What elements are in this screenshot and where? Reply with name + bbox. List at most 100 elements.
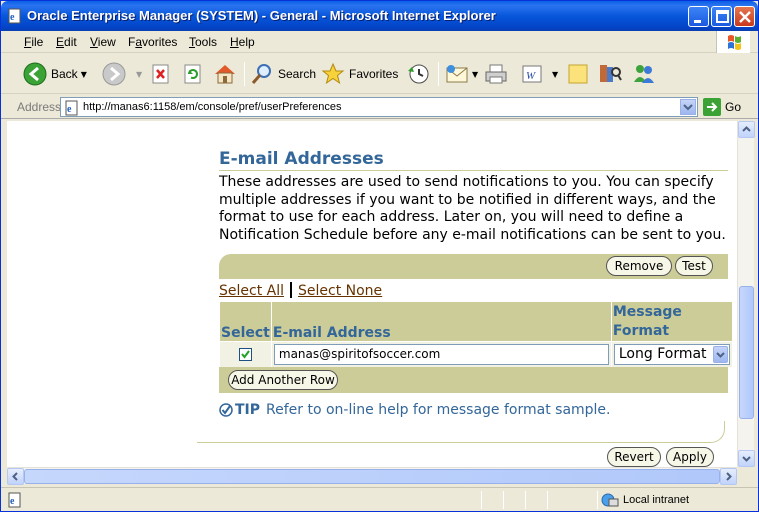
messenger-button[interactable] xyxy=(631,61,657,87)
format-cell: Long Format xyxy=(610,341,733,368)
status-divider xyxy=(503,491,504,509)
refresh-button[interactable] xyxy=(183,61,203,87)
select-none-link[interactable]: Select None xyxy=(298,283,382,299)
email-cell: manas@spiritofsoccer.com xyxy=(270,341,612,368)
discuss-button[interactable] xyxy=(567,61,589,87)
star-icon xyxy=(321,62,345,85)
scroll-down-button[interactable] xyxy=(738,450,755,467)
status-divider xyxy=(597,491,598,509)
forward-button[interactable]: ▼ xyxy=(102,61,142,87)
home-button[interactable] xyxy=(213,61,237,87)
research-icon xyxy=(600,65,622,82)
chevron-up-icon xyxy=(742,126,751,132)
chevron-down-icon xyxy=(716,352,725,358)
mail-button[interactable]: ▼ xyxy=(445,61,478,87)
selection-links: Select All Select None xyxy=(219,282,382,299)
link-separator xyxy=(290,282,292,298)
add-another-row-button[interactable]: Add Another Row xyxy=(228,370,338,390)
stop-button[interactable] xyxy=(151,61,171,87)
row-select-checkbox[interactable] xyxy=(238,348,252,361)
minimize-icon xyxy=(694,20,701,23)
close-icon xyxy=(739,11,751,23)
forward-dropdown-icon[interactable]: ▼ xyxy=(136,70,142,79)
column-header-select: Select xyxy=(219,301,272,342)
go-arrow-icon xyxy=(703,98,721,116)
refresh-icon xyxy=(184,64,201,84)
history-icon xyxy=(408,64,429,84)
tip-text: Refer to on-line help for message format… xyxy=(266,402,611,418)
svg-text:e: e xyxy=(67,104,72,115)
test-button[interactable]: Test xyxy=(675,256,713,276)
email-address-input[interactable]: manas@spiritofsoccer.com xyxy=(273,344,609,365)
chevron-down-icon xyxy=(742,456,751,462)
favorites-label: Favorites xyxy=(349,67,399,81)
status-bar: e Local intranet xyxy=(1,487,758,511)
menu-file[interactable]: File xyxy=(24,35,43,49)
svg-text:e: e xyxy=(10,12,15,23)
minimize-button[interactable] xyxy=(688,6,709,27)
column-header-email: E-mail Address xyxy=(270,301,612,342)
stop-icon xyxy=(152,64,169,84)
address-url[interactable]: http://manas6:1158/em/console/pref/userP… xyxy=(83,101,341,113)
mail-dropdown-icon[interactable]: ▼ xyxy=(472,70,478,79)
mail-icon xyxy=(446,65,468,83)
address-dropdown-button[interactable] xyxy=(680,99,696,115)
search-button[interactable]: Search xyxy=(250,61,316,87)
message-format-select[interactable]: Long Format xyxy=(613,344,730,365)
home-icon xyxy=(215,65,235,84)
scroll-left-button[interactable] xyxy=(7,468,24,485)
title-bar[interactable]: e Oracle Enterprise Manager (SYSTEM) - G… xyxy=(1,1,758,31)
horizontal-scroll-thumb[interactable] xyxy=(24,469,720,484)
status-divider xyxy=(481,491,482,509)
select-all-link[interactable]: Select All xyxy=(219,283,284,299)
menu-view[interactable]: View xyxy=(90,35,116,49)
svg-text:W: W xyxy=(526,70,536,82)
menu-help[interactable]: Help xyxy=(230,35,255,49)
select-cell xyxy=(219,341,272,368)
address-field[interactable]: e http://manas6:1158/em/console/pref/use… xyxy=(60,97,698,117)
scroll-right-button[interactable] xyxy=(720,468,737,485)
maximize-button[interactable] xyxy=(711,6,732,27)
edit-dropdown-icon[interactable]: ▼ xyxy=(552,70,558,79)
table-row: manas@spiritofsoccer.com Long Format xyxy=(219,341,733,368)
edit-button[interactable]: W ▼ xyxy=(520,61,558,87)
chevron-right-icon xyxy=(726,472,732,481)
format-dropdown-button[interactable] xyxy=(712,346,728,363)
back-label: Back xyxy=(51,67,78,81)
print-button[interactable] xyxy=(484,61,508,87)
vertical-scroll-thumb[interactable] xyxy=(739,286,754,419)
vertical-scrollbar[interactable] xyxy=(737,121,755,467)
section-title: E-mail Addresses xyxy=(219,149,384,169)
back-button[interactable]: Back ▼ xyxy=(23,61,87,87)
apply-button[interactable]: Apply xyxy=(666,447,714,467)
scroll-up-button[interactable] xyxy=(738,121,755,138)
windows-logo-icon xyxy=(716,31,750,53)
page-icon: e xyxy=(65,100,78,116)
email-table: Select E-mail Address Message Format man… xyxy=(219,301,733,368)
footer-divider xyxy=(197,421,725,443)
history-button[interactable] xyxy=(406,61,430,87)
tip-label: TIP xyxy=(235,402,261,418)
add-row-bar: Add Another Row xyxy=(219,367,728,393)
revert-button[interactable]: Revert xyxy=(607,447,661,467)
status-divider xyxy=(525,491,526,509)
page-status-icon: e xyxy=(8,492,21,508)
window-title: Oracle Enterprise Manager (SYSTEM) - Gen… xyxy=(27,8,496,23)
remove-button[interactable]: Remove xyxy=(606,256,672,276)
tip-row: TIP Refer to on-line help for message fo… xyxy=(219,402,611,418)
address-bar: Address e http://manas6:1158/em/console/… xyxy=(1,95,758,119)
horizontal-scrollbar[interactable] xyxy=(7,467,737,485)
menu-favorites[interactable]: Favorites xyxy=(128,35,177,49)
favorites-button[interactable]: Favorites xyxy=(321,61,398,87)
menu-edit[interactable]: Edit xyxy=(56,35,77,49)
toolbar: Back ▼ ▼ Search Favorites ▼ W ▼ xyxy=(1,54,758,94)
back-dropdown-icon[interactable]: ▼ xyxy=(81,70,87,79)
back-arrow-icon xyxy=(23,62,47,86)
checkmark-icon xyxy=(241,350,250,359)
research-button[interactable] xyxy=(598,61,622,87)
menu-tools[interactable]: Tools xyxy=(189,35,217,49)
go-button[interactable]: Go xyxy=(703,98,741,116)
close-button[interactable] xyxy=(734,6,755,27)
browser-window: e Oracle Enterprise Manager (SYSTEM) - G… xyxy=(0,0,759,512)
security-zone[interactable]: Local intranet xyxy=(601,491,689,509)
